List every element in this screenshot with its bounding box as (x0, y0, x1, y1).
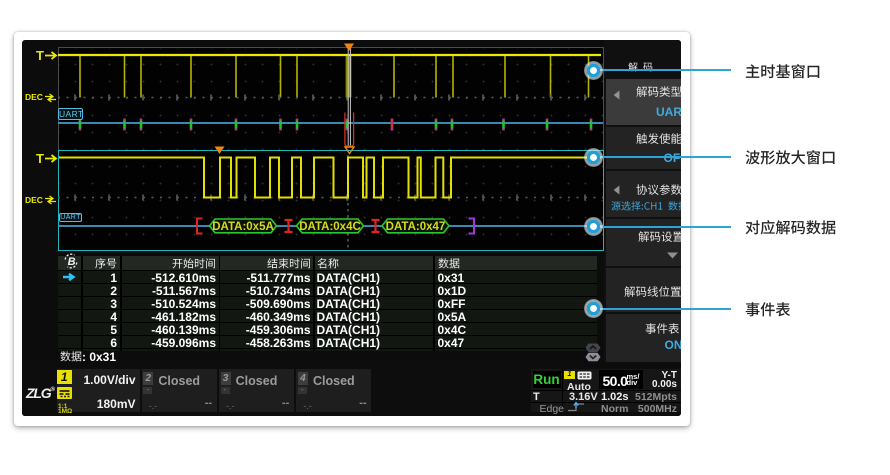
svg-text:DATA:0x47: DATA:0x47 (386, 221, 446, 233)
svg-text:DATA:0x5A: DATA:0x5A (212, 221, 274, 233)
svg-text:B: B (68, 256, 76, 268)
svg-text:DATA:0x4C: DATA:0x4C (299, 221, 361, 233)
